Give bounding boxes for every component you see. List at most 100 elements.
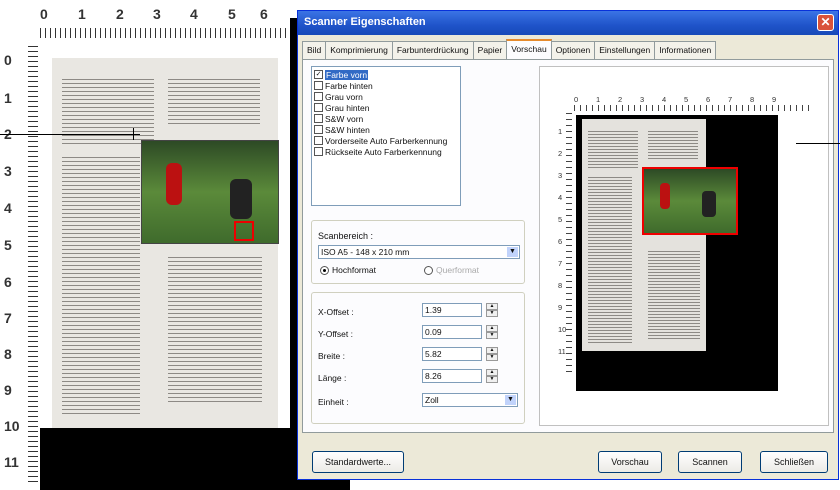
unit-select[interactable]: Zoll ▼ <box>422 393 518 407</box>
y-offset-input[interactable]: 0.09 <box>422 325 482 339</box>
ruler-number: 0 <box>40 6 48 22</box>
ruler-number: 3 <box>558 171 563 180</box>
list-item[interactable]: Farbe hinten <box>314 80 458 91</box>
checkbox[interactable] <box>314 125 323 134</box>
ruler-number: 6 <box>706 95 711 104</box>
ruler-number: 5 <box>228 6 236 22</box>
portrait-radio[interactable]: Hochformat <box>320 265 376 275</box>
ruler-number: 4 <box>662 95 667 104</box>
crosshair-icon <box>720 153 728 154</box>
list-item[interactable]: Rückseite Auto Farberkennung <box>314 146 458 157</box>
ruler-number: 7 <box>728 95 733 104</box>
tab-vorschau[interactable]: Vorschau <box>506 39 552 59</box>
checkbox[interactable]: ✓ <box>314 70 323 79</box>
radio-dot <box>424 265 433 275</box>
checkbox[interactable] <box>314 81 323 90</box>
spin-down-icon[interactable]: ▼ <box>486 354 498 361</box>
checkbox[interactable] <box>314 136 323 145</box>
close-icon[interactable]: ✕ <box>817 14 834 31</box>
ruler-number: 8 <box>4 346 12 362</box>
spin-buttons[interactable]: ▲ ▼ <box>486 369 498 383</box>
list-item[interactable]: S&W hinten <box>314 124 458 135</box>
spin-up-icon[interactable]: ▲ <box>486 347 498 354</box>
ruler-number: 9 <box>4 382 12 398</box>
y-offset-stepper[interactable]: 0.09 ▲ ▼ <box>422 325 502 339</box>
crosshair-icon <box>128 134 140 135</box>
ruler-ticks <box>28 46 38 486</box>
list-item[interactable]: S&W vorn <box>314 113 458 124</box>
radio-dot[interactable] <box>320 265 329 275</box>
tab-informationen[interactable]: Informationen <box>654 41 717 59</box>
list-item[interactable]: Grau vorn <box>314 91 458 102</box>
ruler-ticks <box>40 28 290 38</box>
spin-up-icon[interactable]: ▲ <box>486 369 498 376</box>
list-item[interactable]: Vorderseite Auto Farberkennung <box>314 135 458 146</box>
close-button[interactable]: Schließen <box>760 451 828 473</box>
length-label: Länge : <box>318 373 347 383</box>
spin-up-icon[interactable]: ▲ <box>486 303 498 310</box>
ruler-number: 7 <box>558 259 563 268</box>
spin-buttons[interactable]: ▲ ▼ <box>486 325 498 339</box>
ruler-number: 10 <box>4 418 20 434</box>
ruler-number: 2 <box>618 95 623 104</box>
width-input[interactable]: 5.82 <box>422 347 482 361</box>
ruler-number: 2 <box>558 149 563 158</box>
chevron-down-icon[interactable]: ▼ <box>507 247 518 257</box>
y-offset-label: Y-Offset : <box>318 329 353 339</box>
list-item-label: Grau vorn <box>325 91 363 102</box>
ruler-number: 3 <box>640 95 645 104</box>
preview-button[interactable]: Vorschau <box>598 451 662 473</box>
preview-area[interactable]: 0 1 2 3 4 5 6 7 8 9 1 2 3 4 5 6 7 8 9 10… <box>539 66 829 426</box>
spin-buttons[interactable]: ▲ ▼ <box>486 303 498 317</box>
ruler-number: 6 <box>4 274 12 290</box>
x-offset-input[interactable]: 1.39 <box>422 303 482 317</box>
ruler-number: 8 <box>558 281 563 290</box>
crosshair-icon <box>133 128 134 140</box>
list-item-label: Farbe hinten <box>325 80 373 91</box>
preview-left-ruler: 1 2 3 4 5 6 7 8 9 10 11 <box>558 113 572 373</box>
x-offset-stepper[interactable]: 1.39 ▲ ▼ <box>422 303 502 317</box>
length-stepper[interactable]: 8.26 ▲ ▼ <box>422 369 502 383</box>
preview-selection-box[interactable] <box>642 167 738 235</box>
ruler-number: 4 <box>558 193 563 202</box>
ruler-number: 6 <box>558 237 563 246</box>
scan-area-select[interactable]: ISO A5 - 148 x 210 mm ▼ <box>318 245 520 259</box>
chevron-down-icon[interactable]: ▼ <box>505 395 516 405</box>
defaults-button[interactable]: Standardwerte... <box>312 451 404 473</box>
length-input[interactable]: 8.26 <box>422 369 482 383</box>
checkbox[interactable] <box>314 147 323 156</box>
spin-up-icon[interactable]: ▲ <box>486 325 498 332</box>
spin-buttons[interactable]: ▲ ▼ <box>486 347 498 361</box>
selection-marker <box>234 221 254 241</box>
text-column <box>588 175 632 343</box>
tab-farbunterdrueckung[interactable]: Farbunterdrückung <box>391 41 474 59</box>
vorschau-panel: ✓ Farbe vorn Farbe hinten Grau vorn Grau … <box>302 59 834 433</box>
checkbox[interactable] <box>314 114 323 123</box>
ruler-ticks <box>574 105 814 111</box>
text-column <box>648 249 700 339</box>
list-item[interactable]: Grau hinten <box>314 102 458 113</box>
preview-top-ruler: 0 1 2 3 4 5 6 7 8 9 <box>574 95 814 113</box>
tab-komprimierung[interactable]: Komprimierung <box>325 41 393 59</box>
image-type-list[interactable]: ✓ Farbe vorn Farbe hinten Grau vorn Grau … <box>311 66 461 206</box>
scanner-properties-dialog: Scanner Eigenschaften ✕ Bild Komprimieru… <box>297 10 839 480</box>
dialog-titlebar[interactable]: Scanner Eigenschaften ✕ <box>298 11 838 35</box>
golfer-figure <box>660 183 670 209</box>
list-item-label: Rückseite Auto Farberkennung <box>325 146 442 157</box>
tab-optionen[interactable]: Optionen <box>550 41 596 59</box>
checkbox[interactable] <box>314 103 323 112</box>
width-stepper[interactable]: 5.82 ▲ ▼ <box>422 347 502 361</box>
tab-bild[interactable]: Bild <box>302 41 327 59</box>
scan-area-group: Scanbereich : ISO A5 - 148 x 210 mm ▼ Ho… <box>311 220 525 284</box>
unit-value: Zoll <box>425 395 439 405</box>
list-item[interactable]: ✓ Farbe vorn <box>314 69 458 80</box>
tab-papier[interactable]: Papier <box>472 41 508 59</box>
spin-down-icon[interactable]: ▼ <box>486 376 498 383</box>
portrait-label: Hochformat <box>332 265 376 275</box>
spin-down-icon[interactable]: ▼ <box>486 310 498 317</box>
text-column <box>168 254 262 404</box>
scan-button[interactable]: Scannen <box>678 451 742 473</box>
spin-down-icon[interactable]: ▼ <box>486 332 498 339</box>
checkbox[interactable] <box>314 92 323 101</box>
tab-einstellungen[interactable]: Einstellungen <box>594 41 656 59</box>
